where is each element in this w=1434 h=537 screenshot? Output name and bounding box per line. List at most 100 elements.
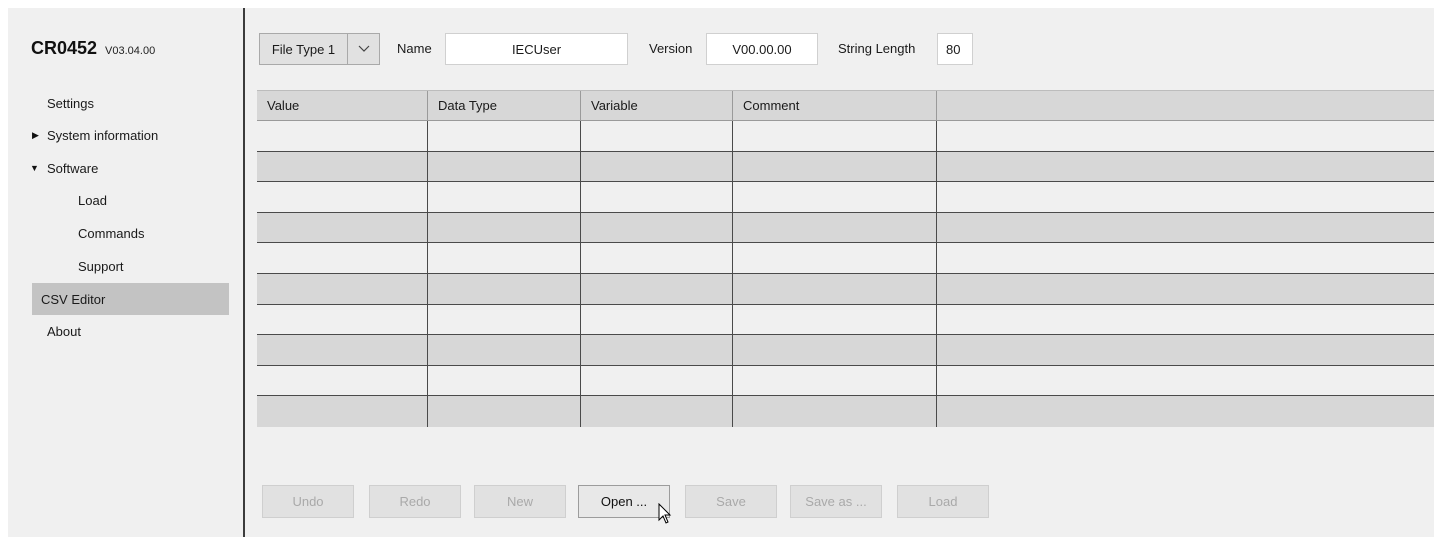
table-cell[interactable] — [581, 365, 733, 396]
table-cell[interactable] — [428, 151, 581, 182]
table-cell[interactable] — [937, 152, 1434, 182]
device-model: CR0452 — [31, 38, 98, 58]
sidebar-item-settings[interactable]: Settings — [32, 87, 229, 119]
table-cell[interactable] — [428, 243, 581, 273]
table-cell[interactable] — [257, 243, 428, 273]
table-cell[interactable] — [937, 396, 1434, 427]
device-header: CR0452 V03.04.00 — [31, 38, 155, 59]
table-cell[interactable] — [257, 365, 428, 396]
table-cell[interactable] — [581, 121, 733, 151]
table-cell[interactable] — [257, 151, 428, 182]
sidebar-item-label: About — [47, 323, 81, 339]
open-button[interactable]: Open ... — [578, 485, 670, 518]
table-row[interactable] — [257, 335, 1434, 366]
table-cell[interactable] — [937, 121, 1434, 151]
table-cell[interactable] — [581, 151, 733, 182]
table-row[interactable] — [257, 212, 1434, 244]
table-cell[interactable] — [257, 182, 428, 212]
table-row[interactable] — [257, 151, 1434, 183]
table-cell[interactable] — [581, 182, 733, 212]
table-row[interactable] — [257, 182, 1434, 213]
column-header-value[interactable]: Value — [257, 91, 428, 120]
table-cell[interactable] — [257, 304, 428, 335]
chevron-down-icon[interactable] — [348, 34, 379, 64]
table-cell[interactable] — [581, 212, 733, 243]
table-row[interactable] — [257, 396, 1434, 427]
table-cell[interactable] — [733, 335, 937, 365]
sidebar-item-commands[interactable]: Commands — [32, 217, 229, 249]
table-cell[interactable] — [257, 212, 428, 243]
string-length-field[interactable]: 80 — [937, 33, 973, 65]
column-header-extra — [937, 91, 1434, 120]
sidebar-item-label: CSV Editor — [41, 291, 106, 307]
table-cell[interactable] — [733, 365, 937, 396]
table-row[interactable] — [257, 243, 1434, 274]
table-row[interactable] — [257, 304, 1434, 336]
table-cell[interactable] — [257, 121, 428, 151]
table-cell[interactable] — [257, 396, 428, 427]
table-cell[interactable] — [937, 243, 1434, 273]
sidebar-item-software[interactable]: ▼ Software — [30, 152, 229, 184]
table-cell[interactable] — [937, 213, 1434, 243]
sidebar-item-label: Support — [78, 258, 124, 274]
column-header-data-type[interactable]: Data Type — [428, 91, 581, 120]
save-as-button[interactable]: Save as ... — [790, 485, 882, 518]
triangle-down-icon[interactable]: ▼ — [30, 163, 39, 173]
table-row[interactable] — [257, 273, 1434, 305]
mouse-pointer-icon — [658, 503, 672, 524]
sidebar-item-system-information[interactable]: ▶ System information — [32, 119, 229, 151]
table-cell[interactable] — [581, 273, 733, 304]
table-cell[interactable] — [257, 335, 428, 365]
table-cell[interactable] — [733, 304, 937, 335]
table-cell[interactable] — [428, 335, 581, 365]
table-cell[interactable] — [428, 182, 581, 212]
table-cell[interactable] — [257, 273, 428, 304]
save-button[interactable]: Save — [685, 485, 777, 518]
table-cell[interactable] — [733, 151, 937, 182]
table-cell[interactable] — [733, 273, 937, 304]
table-cell[interactable] — [581, 304, 733, 335]
sidebar-item-about[interactable]: About — [32, 315, 229, 347]
table-cell[interactable] — [428, 121, 581, 151]
sidebar-item-support[interactable]: Support — [32, 250, 229, 282]
table-row[interactable] — [257, 121, 1434, 152]
table-cell[interactable] — [733, 121, 937, 151]
table-cell[interactable] — [581, 243, 733, 273]
new-button[interactable]: New — [474, 485, 566, 518]
table-cell[interactable] — [937, 335, 1434, 365]
name-label: Name — [397, 41, 432, 56]
table-cell[interactable] — [428, 365, 581, 396]
triangle-right-icon[interactable]: ▶ — [32, 130, 39, 141]
sidebar-item-label: Software — [47, 160, 99, 176]
table-cell[interactable] — [581, 396, 733, 427]
sidebar-item-load[interactable]: Load — [32, 184, 229, 216]
table-cell[interactable] — [428, 304, 581, 335]
table-cell[interactable] — [733, 396, 937, 427]
table-cell[interactable] — [581, 335, 733, 365]
table-header: Value Data Type Variable Comment — [257, 90, 1434, 121]
table-cell[interactable] — [937, 274, 1434, 304]
column-header-variable[interactable]: Variable — [581, 91, 733, 120]
file-type-select[interactable]: File Type 1 — [259, 33, 380, 65]
table-cell[interactable] — [937, 182, 1434, 212]
table-cell[interactable] — [733, 243, 937, 273]
table-cell[interactable] — [428, 273, 581, 304]
table-cell[interactable] — [733, 182, 937, 212]
string-length-label: String Length — [838, 41, 916, 56]
sidebar-item-label: Load — [78, 192, 107, 208]
table-cell[interactable] — [428, 212, 581, 243]
table-row[interactable] — [257, 365, 1434, 397]
redo-button[interactable]: Redo — [369, 485, 461, 518]
table-cell[interactable] — [428, 396, 581, 427]
table-cell[interactable] — [937, 305, 1434, 335]
version-label: Version — [649, 41, 693, 56]
column-header-comment[interactable]: Comment — [733, 91, 937, 120]
sidebar-item-label: System information — [47, 127, 159, 143]
version-field[interactable]: V00.00.00 — [706, 33, 818, 65]
name-field[interactable]: IECUser — [445, 33, 628, 65]
table-cell[interactable] — [733, 212, 937, 243]
table-cell[interactable] — [937, 366, 1434, 396]
load-button[interactable]: Load — [897, 485, 989, 518]
undo-button[interactable]: Undo — [262, 485, 354, 518]
sidebar-item-csv-editor[interactable]: CSV Editor — [32, 283, 229, 315]
